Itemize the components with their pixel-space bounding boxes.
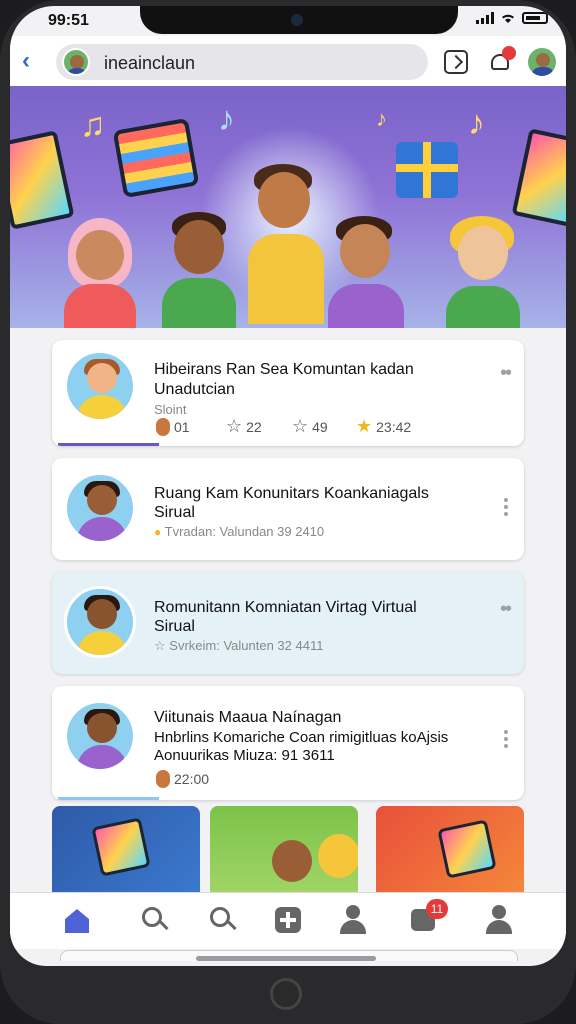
back-arrow-icon[interactable]: ‹ <box>22 49 44 73</box>
more-options-icon[interactable] <box>504 730 508 751</box>
card-stat: ☆ 22 <box>226 416 262 437</box>
home-indicator[interactable] <box>196 956 376 961</box>
avatar-icon <box>156 418 170 436</box>
profile-tab-icon[interactable] <box>482 903 516 937</box>
home-button[interactable] <box>270 978 302 1010</box>
more-options-icon[interactable]: •• <box>500 362 512 385</box>
community-card[interactable]: Viitunais Maaua Naínagan Hnbrlins Komari… <box>52 686 524 800</box>
radio-illustration <box>112 117 200 199</box>
channel-avatar <box>62 48 90 76</box>
avatar-icon <box>156 770 170 788</box>
profile-avatar[interactable] <box>526 46 558 78</box>
stat-value: 22:00 <box>174 771 210 787</box>
card-title-line2: Sirual <box>154 618 195 635</box>
channel-name: ineainclaun <box>104 53 196 73</box>
music-note-icon: ♫ <box>80 106 106 144</box>
channel-pill[interactable]: ineainclaun <box>56 44 428 80</box>
community-card[interactable]: Hibeirans Ran Sea Komuntan kadan Unadutc… <box>52 340 524 446</box>
more-options-icon[interactable] <box>504 498 508 519</box>
battery-icon <box>522 12 548 24</box>
card-title: Romunitann Komniatan Virtag Virtual <box>154 599 417 616</box>
create-tab-icon[interactable] <box>272 903 306 937</box>
thumbnail-row <box>52 806 524 906</box>
notification-badge <box>502 46 516 60</box>
stat-value: 23:42 <box>376 418 412 435</box>
notch <box>140 6 458 34</box>
tablet-illustration <box>511 128 566 228</box>
card-meta-text: Svrkeim: Valunten 32 4411 <box>169 638 324 653</box>
bottom-tab-bar: 11 <box>10 892 566 949</box>
card-subtitle: Sloint <box>154 402 187 417</box>
card-avatar <box>64 350 136 422</box>
gift-box-illustration <box>396 142 458 198</box>
thumbnail-card[interactable] <box>376 806 524 906</box>
music-note-icon: ♪ <box>376 106 387 131</box>
card-title: Ruang Kam Konunitars Koankaniagals <box>154 485 429 502</box>
inbox-tab-icon[interactable]: 11 <box>408 899 448 937</box>
thumbnail-card[interactable] <box>52 806 200 906</box>
hero-banner: ♫ ♪ ♪ ♪ <box>10 86 566 328</box>
notifications-bell-icon[interactable] <box>488 46 516 74</box>
home-tab-icon[interactable] <box>60 903 94 937</box>
card-meta-text: Tvradan: Valundan 39 2410 <box>164 524 325 539</box>
card-title-line2: Sirual <box>154 504 195 521</box>
star-gold-icon: ★ <box>356 416 373 436</box>
search-tab-icon[interactable] <box>138 903 172 937</box>
card-avatar <box>64 472 136 544</box>
tablet-illustration <box>10 130 75 230</box>
card-title-line2: Hnbrlins Komariche Coan rimigitluas koAj… <box>154 729 449 746</box>
community-card[interactable]: Romunitann Komniatan Virtag Virtual Siru… <box>52 572 524 674</box>
signal-icon <box>476 12 494 24</box>
star-outline-icon: ☆ <box>226 416 243 436</box>
screen: 99:51 ‹ ineainclaun ♫ ♪ ♪ ♪ Hibeirans Ra… <box>10 6 566 966</box>
music-note-icon: ♪ <box>218 100 235 138</box>
progress-bar <box>58 797 159 800</box>
card-title-line2: Unadutcian <box>154 381 235 398</box>
more-options-icon[interactable]: •• <box>500 598 512 621</box>
status-time: 99:51 <box>48 12 89 29</box>
community-card[interactable]: Ruang Kam Konunitars Koankaniagals Sirua… <box>52 458 524 560</box>
stat-value: 22 <box>246 418 262 435</box>
phone-frame: 99:51 ‹ ineainclaun ♫ ♪ ♪ ♪ Hibeirans Ra… <box>0 0 576 1024</box>
progress-bar <box>58 443 159 446</box>
star-outline-icon: ☆ <box>154 638 166 653</box>
camera-icon <box>291 14 303 26</box>
card-meta: ☆ Svrkeim: Valunten 32 4411 <box>154 638 323 654</box>
card-stat: 01 <box>156 418 190 436</box>
community-tab-icon[interactable] <box>336 903 370 937</box>
system-icons <box>476 12 548 24</box>
card-avatar <box>64 700 136 772</box>
card-meta: ● Tvradan: Valundan 39 2410 <box>154 524 324 539</box>
card-title: Hibeirans Ran Sea Komuntan kadan <box>154 361 414 378</box>
stat-value: 01 <box>174 419 190 435</box>
coin-icon: ● <box>154 525 162 539</box>
inbox-badge: 11 <box>426 899 448 919</box>
card-title: Viitunais Maaua Naínagan <box>154 709 342 726</box>
card-title-line3: Aonuurikas Miuza: 91 3611 <box>154 747 335 764</box>
wifi-icon <box>502 14 514 23</box>
star-outline-icon: ☆ <box>292 416 309 436</box>
stat-value: 49 <box>312 418 328 435</box>
share-icon[interactable] <box>444 50 468 74</box>
card-stat: ★ 23:42 <box>356 416 411 437</box>
card-avatar <box>64 586 136 658</box>
card-stat: 22:00 <box>156 770 209 788</box>
card-stat: ☆ 49 <box>292 416 328 437</box>
explore-tab-icon[interactable] <box>206 903 240 937</box>
music-note-icon: ♪ <box>468 104 485 142</box>
top-bar: ‹ ineainclaun <box>10 36 566 90</box>
thumbnail-card[interactable] <box>210 806 358 906</box>
